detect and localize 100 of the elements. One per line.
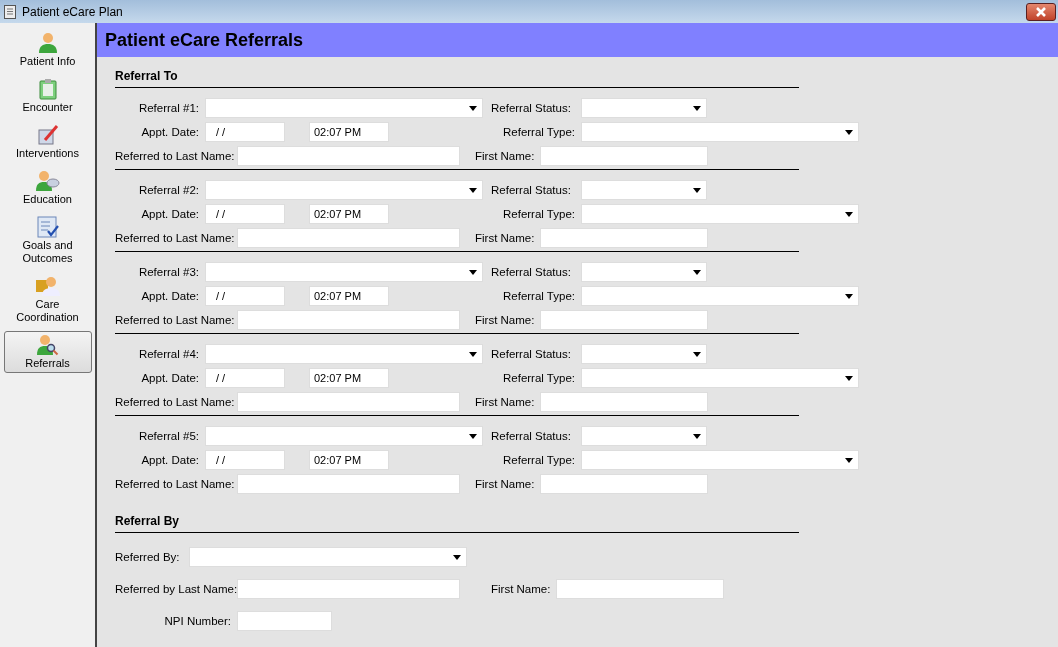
first-name-field[interactable] bbox=[540, 392, 708, 412]
field-label: Referral Status: bbox=[490, 348, 572, 360]
sidebar-item[interactable]: Encounter bbox=[3, 75, 92, 117]
field-label: Referral Status: bbox=[490, 184, 572, 196]
section-title: Referral To bbox=[115, 69, 179, 83]
caret-icon bbox=[693, 434, 701, 439]
referral-dropdown[interactable] bbox=[205, 180, 483, 200]
date-field[interactable]: / / bbox=[205, 450, 285, 470]
field-label: First Name: bbox=[474, 232, 536, 244]
close-button[interactable] bbox=[1026, 2, 1056, 21]
sidebar-item[interactable]: Care Coordination bbox=[3, 272, 92, 327]
sidebar-item[interactable]: Education bbox=[3, 167, 92, 209]
field-label: Referral Type: bbox=[502, 372, 576, 384]
type-dropdown[interactable] bbox=[581, 204, 859, 224]
status-dropdown[interactable] bbox=[581, 98, 707, 118]
time-field[interactable]: 02:07 PM bbox=[309, 204, 389, 224]
status-dropdown[interactable] bbox=[581, 344, 707, 364]
clipboard-icon bbox=[38, 78, 57, 100]
field-label: Referral Type: bbox=[502, 126, 576, 138]
last-name-field[interactable] bbox=[237, 579, 460, 599]
people-icon bbox=[35, 275, 60, 297]
field-label: Referred to Last Name: bbox=[115, 232, 236, 244]
field-label: Referral Type: bbox=[502, 454, 576, 466]
type-dropdown[interactable] bbox=[581, 286, 859, 306]
field-label: Referred to Last Name: bbox=[115, 478, 236, 490]
last-name-field[interactable] bbox=[237, 310, 460, 330]
field-label: Referral #4: bbox=[137, 348, 200, 360]
field-label: Appt. Date: bbox=[140, 208, 200, 220]
person-speech-icon bbox=[35, 170, 60, 192]
checklist-icon bbox=[36, 216, 59, 238]
date-field[interactable]: / / bbox=[205, 204, 285, 224]
field-label: Appt. Date: bbox=[140, 454, 200, 466]
caret-icon bbox=[693, 106, 701, 111]
last-name-field[interactable] bbox=[237, 146, 460, 166]
type-dropdown[interactable] bbox=[581, 368, 859, 388]
date-field[interactable]: / / bbox=[205, 368, 285, 388]
first-name-field[interactable] bbox=[556, 579, 724, 599]
caret-icon bbox=[469, 188, 477, 193]
caret-icon bbox=[469, 270, 477, 275]
field-label: Referral #3: bbox=[137, 266, 200, 278]
referral-dropdown[interactable] bbox=[205, 426, 483, 446]
field-label: Referral #1: bbox=[137, 102, 200, 114]
status-dropdown[interactable] bbox=[581, 426, 707, 446]
last-name-field[interactable] bbox=[237, 474, 460, 494]
field-label: First Name: bbox=[474, 314, 536, 326]
caret-icon bbox=[845, 376, 853, 381]
status-dropdown[interactable] bbox=[581, 262, 707, 282]
caret-icon bbox=[693, 270, 701, 275]
referral-dropdown[interactable] bbox=[205, 344, 483, 364]
type-dropdown[interactable] bbox=[581, 450, 859, 470]
field-label: Referred to Last Name: bbox=[115, 396, 236, 408]
time-field[interactable]: 02:07 PM bbox=[309, 450, 389, 470]
sidebar-item[interactable]: Referrals bbox=[3, 331, 92, 373]
field-label: Appt. Date: bbox=[140, 372, 200, 384]
caret-icon bbox=[453, 555, 461, 560]
time-field[interactable]: 02:07 PM bbox=[309, 368, 389, 388]
first-name-field[interactable] bbox=[540, 146, 708, 166]
npi-field[interactable] bbox=[237, 611, 332, 631]
sidebar-item[interactable]: Goals and Outcomes bbox=[3, 213, 92, 268]
field-label: Referred to Last Name: bbox=[115, 150, 236, 162]
field-label: Referral Status: bbox=[490, 430, 572, 442]
page-title: Patient eCare Referrals bbox=[105, 29, 304, 51]
status-dropdown[interactable] bbox=[581, 180, 707, 200]
referral-dropdown[interactable] bbox=[205, 98, 483, 118]
field-label: First Name: bbox=[474, 478, 536, 490]
field-label: Referral Status: bbox=[490, 102, 572, 114]
time-field[interactable]: 02:07 PM bbox=[309, 122, 389, 142]
first-name-field[interactable] bbox=[540, 474, 708, 494]
date-field[interactable]: / / bbox=[205, 286, 285, 306]
last-name-field[interactable] bbox=[237, 392, 460, 412]
caret-icon bbox=[469, 434, 477, 439]
caret-icon bbox=[693, 188, 701, 193]
document-icon bbox=[4, 4, 16, 19]
field-label: Referred By: bbox=[115, 551, 181, 563]
time-field[interactable]: 02:07 PM bbox=[309, 286, 389, 306]
field-label: Appt. Date: bbox=[140, 126, 200, 138]
last-name-field[interactable] bbox=[237, 228, 460, 248]
sidebar-item[interactable]: Patient Info bbox=[3, 29, 92, 71]
caret-icon bbox=[469, 352, 477, 357]
referred-by-dropdown[interactable] bbox=[189, 547, 467, 567]
first-name-field[interactable] bbox=[540, 228, 708, 248]
first-name-field[interactable] bbox=[540, 310, 708, 330]
sidebar-item[interactable]: Interventions bbox=[3, 121, 92, 163]
referral-dropdown[interactable] bbox=[205, 262, 483, 282]
section-title: Referral By bbox=[115, 514, 181, 528]
caret-icon bbox=[469, 106, 477, 111]
person-icon bbox=[37, 32, 58, 54]
field-label: First Name: bbox=[474, 150, 536, 162]
field-label: Referral Status: bbox=[490, 266, 572, 278]
field-label: First Name: bbox=[490, 583, 552, 595]
field-label: Appt. Date: bbox=[140, 290, 200, 302]
caret-icon bbox=[845, 212, 853, 217]
window-title: Patient eCare Plan bbox=[22, 4, 123, 19]
caret-icon bbox=[845, 458, 853, 463]
person-magnifier-icon bbox=[36, 334, 59, 356]
caret-icon bbox=[845, 294, 853, 299]
date-field[interactable]: / / bbox=[205, 122, 285, 142]
field-label: First Name: bbox=[474, 396, 536, 408]
type-dropdown[interactable] bbox=[581, 122, 859, 142]
field-label: Referred by Last Name: bbox=[115, 583, 237, 595]
